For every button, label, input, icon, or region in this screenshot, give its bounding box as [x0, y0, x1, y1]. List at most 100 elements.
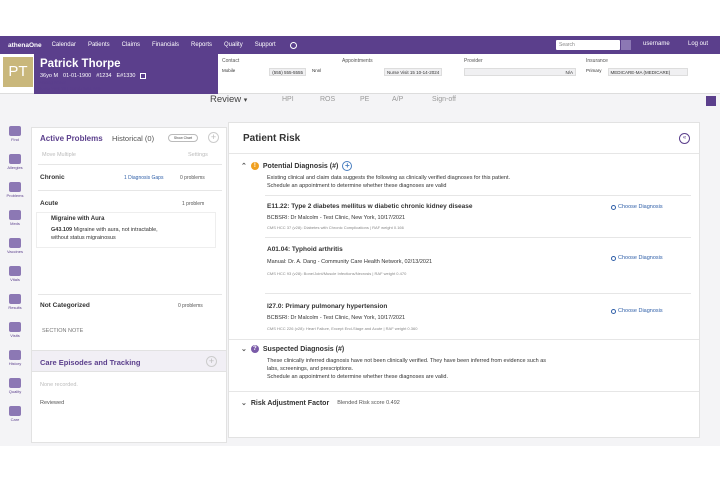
encounter-tabs: Review ▾ HPI ROS PE A/P Sign-off — [0, 94, 720, 108]
suspected-description: These clinically inferred diagnosis have… — [267, 357, 687, 381]
search-input[interactable]: Search — [556, 40, 620, 50]
visit-status-line2[interactable]: Nurse Visit 15 | Sarah Test, MD — [38, 86, 101, 92]
suspected-text-line1: These clinically inferred diagnosis have… — [267, 358, 547, 364]
potential-description: Existing clinical and claim data suggest… — [267, 174, 687, 190]
tab-hpi[interactable]: HPI — [282, 96, 294, 103]
rail-allergies-label: Allergies — [7, 165, 23, 170]
rail-quality[interactable]: Quality — [3, 378, 27, 394]
rail-results[interactable]: Results — [3, 294, 27, 310]
tab-historical[interactable]: Historical (0) — [112, 134, 154, 143]
provider-label: Provider — [464, 58, 483, 64]
rail-results-label: Results — [8, 305, 22, 310]
divider — [265, 195, 691, 196]
diagnosis-gaps-link[interactable]: 1 Diagnosis Gaps — [124, 175, 163, 181]
nav-claims[interactable]: Claims — [122, 42, 140, 48]
chart-icon-rail: Find Allergies Problems Meds Vaccines Vi… — [0, 122, 30, 446]
visits-icon — [9, 322, 21, 332]
help-icon[interactable] — [289, 41, 297, 49]
caret-down-icon: ▾ — [243, 97, 248, 104]
add-problem-icon[interactable]: + — [208, 132, 219, 143]
suspected-text-line3: Schedule an appointment to determine whe… — [267, 374, 449, 380]
rail-allergies[interactable]: Allergies — [3, 154, 27, 170]
rail-vaccines[interactable]: Vaccines — [3, 238, 27, 254]
calendar-icon[interactable] — [140, 73, 147, 79]
rail-visits[interactable]: Visits — [3, 322, 27, 338]
tab-review-label: Review — [210, 94, 242, 105]
diagnosis-meta: CMS HCC 93 (v28): Bone/Joint/Muscle Infe… — [267, 271, 407, 276]
patient-header: PT Patrick Thorpe 36yo M 01-01-1900 #123… — [0, 54, 720, 94]
add-care-episode-icon[interactable]: + — [206, 356, 217, 367]
menu-icon[interactable] — [706, 96, 716, 106]
move-multiple-button[interactable]: Move Multiple — [42, 152, 76, 158]
care-episodes-title[interactable]: Care Episodes and Tracking — [40, 358, 140, 367]
nav-support[interactable]: Support — [255, 42, 276, 48]
tab-ap[interactable]: A/P — [392, 96, 403, 103]
search-icon[interactable] — [621, 40, 631, 50]
choose-diagnosis-button[interactable]: Choose Diagnosis — [611, 204, 663, 210]
divider — [265, 237, 691, 238]
rail-find[interactable]: Find — [3, 126, 27, 142]
diagnosis-meta: CMS HCC 37 (v28): Diabetes with Chronic … — [267, 225, 404, 230]
rail-find-label: Find — [11, 137, 19, 142]
suspected-diagnosis-header[interactable]: ⌄ ? Suspected Diagnosis (#) — [241, 345, 344, 353]
problem-title: Migraine with Aura — [51, 216, 105, 222]
contact-label: Contact — [222, 58, 240, 64]
rail-vaccines-label: Vaccines — [7, 249, 23, 254]
nav-quality[interactable]: Quality — [224, 42, 243, 48]
rail-care[interactable]: Care — [3, 406, 27, 422]
tab-review[interactable]: Review ▾ — [210, 94, 247, 105]
tab-active-problems[interactable]: Active Problems — [40, 134, 103, 143]
patient-risk-panel: Patient Risk « ⌃ ! Potential Diagnosis (… — [228, 122, 700, 438]
acute-count[interactable]: 1 problem — [182, 201, 204, 207]
rail-history[interactable]: History — [3, 350, 27, 366]
find-icon — [9, 126, 21, 136]
potential-diagnosis-header[interactable]: ⌃ ! Potential Diagnosis (#) + — [241, 161, 353, 171]
rail-visits-label: Visits — [10, 333, 20, 338]
show-chart-toggle[interactable]: Show Chart — [168, 134, 198, 142]
not-categorized-count[interactable]: 0 problems — [178, 303, 203, 309]
nav-patients[interactable]: Patients — [88, 42, 110, 48]
username-link[interactable]: username — [643, 41, 670, 47]
patient-name[interactable]: Patrick Thorpe — [40, 58, 218, 70]
problem-card[interactable]: Migraine with Aura G43.109 Migraine with… — [36, 212, 216, 248]
section-note-button[interactable]: SECTION NOTE — [42, 328, 83, 334]
problems-icon — [9, 182, 21, 192]
allergies-icon — [9, 154, 21, 164]
nav-financials[interactable]: Financials — [152, 42, 179, 48]
settings-button[interactable]: Settings — [188, 152, 208, 158]
collapse-icon[interactable]: « — [679, 133, 690, 144]
divider — [38, 294, 222, 295]
caret-up-icon: ⌃ — [241, 163, 247, 170]
nav-calendar[interactable]: Calendar — [52, 42, 76, 48]
tab-pe[interactable]: PE — [360, 96, 369, 103]
rail-problems[interactable]: Problems — [3, 182, 27, 198]
rail-meds[interactable]: Meds — [3, 210, 27, 226]
vitals-icon — [9, 266, 21, 276]
care-icon — [9, 406, 21, 416]
patient-avatar[interactable]: PT — [3, 57, 33, 87]
choose-diagnosis-button[interactable]: Choose Diagnosis — [611, 255, 663, 261]
appointment-field[interactable]: Nurse Visit 15 10-14-2024 — [384, 68, 443, 76]
divider — [229, 391, 699, 392]
risk-adjustment-header[interactable]: ⌄ Risk Adjustment Factor Blended Risk sc… — [241, 399, 400, 408]
search-icon — [611, 204, 616, 210]
insurance-field[interactable]: MEDICARE-MA (MEDICARE) — [607, 68, 688, 76]
provider-field[interactable]: N/A — [464, 68, 576, 76]
chevron-down-icon: ⌄ — [241, 346, 247, 353]
nav-reports[interactable]: Reports — [191, 42, 212, 48]
rail-vitals[interactable]: Vitals — [3, 266, 27, 282]
none-recorded-text: None recorded. — [40, 382, 78, 388]
visit-status: Waiting Room Nurse Visit 15 | Sarah Test… — [38, 80, 101, 92]
diagnosis-source: BCBSRI: Dr Malcolm - Test Clinic, New Yo… — [267, 315, 406, 321]
logout-link[interactable]: Log out — [688, 41, 708, 47]
chronic-count[interactable]: 0 problems — [180, 175, 205, 181]
contact-phone[interactable]: (555) 555-5555 — [269, 68, 307, 76]
choose-diagnosis-button[interactable]: Choose Diagnosis — [611, 308, 663, 314]
tab-sign-off[interactable]: Sign-off — [432, 96, 456, 103]
risk-adjustment-title: Risk Adjustment Factor — [250, 399, 330, 407]
athena-logo[interactable]: athenaOne — [0, 42, 42, 49]
question-icon: ? — [250, 345, 259, 353]
add-diagnosis-icon[interactable]: + — [342, 161, 353, 171]
tab-ros[interactable]: ROS — [320, 96, 335, 103]
divider — [38, 190, 222, 191]
